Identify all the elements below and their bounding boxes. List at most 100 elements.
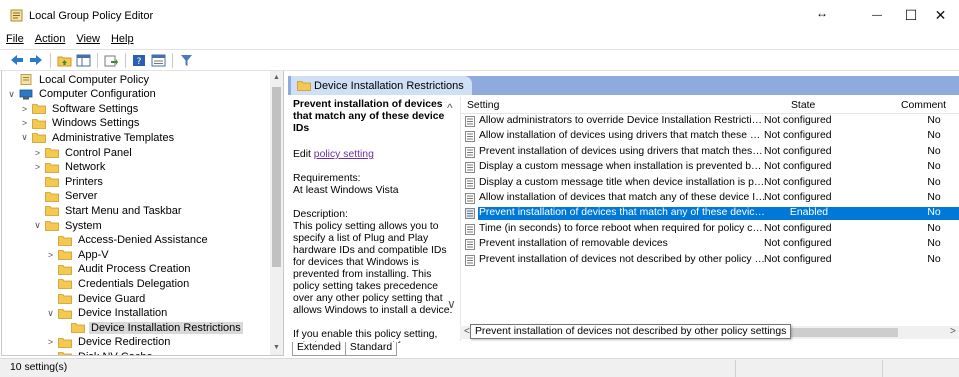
tree-item-label: Control Panel xyxy=(65,146,132,159)
scroll-up-icon[interactable]: ▲ xyxy=(270,71,283,85)
back-button[interactable] xyxy=(8,52,26,69)
tree-item[interactable]: Audit Process Creation xyxy=(45,262,193,277)
policy-setting-icon xyxy=(465,177,475,189)
forward-icon xyxy=(30,55,42,65)
tree-item[interactable]: > Software Settings xyxy=(19,101,140,116)
tree-item[interactable]: Printers xyxy=(32,174,105,189)
menu-action[interactable]: Action xyxy=(35,31,66,48)
chevron-right-icon[interactable]: > xyxy=(32,148,43,158)
setting-name: Allow installation of devices that match… xyxy=(479,192,766,203)
setting-row[interactable]: Prevent installation of devices using dr… xyxy=(461,146,959,159)
menu-view[interactable]: View xyxy=(76,31,100,48)
export-list-button[interactable] xyxy=(102,52,120,69)
menu-file[interactable]: File xyxy=(6,31,24,48)
tree-item[interactable]: > Windows Settings xyxy=(19,116,141,131)
close-icon: ✕ xyxy=(934,7,947,23)
tree-item[interactable]: ∨ System xyxy=(32,218,104,233)
chevron-down-icon[interactable]: ∨ xyxy=(45,308,56,319)
setting-comment: No xyxy=(927,115,941,126)
folder-icon xyxy=(45,162,59,173)
toolbar: ? xyxy=(0,50,959,70)
scroll-down-icon[interactable]: ∨ xyxy=(447,297,456,311)
scroll-right-icon[interactable]: > xyxy=(950,326,956,337)
filter-button[interactable] xyxy=(177,52,195,69)
menu-help[interactable]: Help xyxy=(111,31,134,48)
tab-extended[interactable]: Extended xyxy=(292,342,346,356)
close-button[interactable]: ✕ xyxy=(922,0,959,31)
chevron-down-icon[interactable]: ∨ xyxy=(6,89,17,100)
up-folder-button[interactable] xyxy=(55,52,73,69)
tree-item[interactable]: > App-V xyxy=(45,247,111,262)
setting-comment: No xyxy=(927,161,941,173)
chevron-right-icon[interactable]: > xyxy=(45,337,56,347)
scroll-thumb[interactable] xyxy=(272,87,281,267)
help-icon: ? xyxy=(133,54,145,67)
folder-icon xyxy=(58,235,72,246)
scroll-left-icon[interactable]: < xyxy=(464,326,470,337)
chevron-right-icon[interactable]: > xyxy=(45,250,56,260)
setting-row[interactable]: Allow administrators to override Device … xyxy=(461,115,959,128)
folder-icon xyxy=(45,206,59,217)
show-hide-tree-button[interactable] xyxy=(74,52,92,69)
tree-item[interactable]: Access-Denied Assistance xyxy=(45,233,210,248)
tree-item[interactable]: ∨ Administrative Templates xyxy=(19,130,176,145)
tree-item[interactable]: ∨ Device Installation xyxy=(45,306,169,321)
policy-setting-link[interactable]: policy setting xyxy=(314,149,374,160)
tree-item[interactable]: ∨ Computer Configuration xyxy=(6,87,158,102)
folder-icon xyxy=(58,337,72,348)
tree-item[interactable]: Server xyxy=(32,189,99,204)
properties-button[interactable] xyxy=(149,52,167,69)
setting-row[interactable]: Display a custom message when installati… xyxy=(461,161,959,174)
scroll-down-icon[interactable]: ▼ xyxy=(270,341,283,355)
setting-row[interactable]: Prevent installation of devices that mat… xyxy=(461,207,959,221)
settings-list[interactable]: Setting State Comment Allow administrato… xyxy=(460,97,959,341)
policy-tree-panel[interactable]: Local Computer Policy ∨ Computer Configura… xyxy=(1,71,284,356)
folder-icon xyxy=(58,294,72,304)
setting-name: Prevent installation of removable device… xyxy=(479,238,668,250)
tree-item[interactable]: > Device Redirection xyxy=(45,335,172,350)
policy-setting-icon xyxy=(465,162,475,174)
tree-item[interactable]: Device Installation Restrictions xyxy=(58,320,243,335)
chevron-right-icon[interactable]: > xyxy=(32,162,43,172)
tree-item[interactable]: Local Computer Policy xyxy=(6,72,151,87)
column-header-state[interactable]: State xyxy=(791,100,815,111)
status-bar: 10 setting(s) xyxy=(0,358,959,377)
folder-icon xyxy=(45,191,59,202)
toolbar-separator xyxy=(97,52,98,68)
tree-scrollbar[interactable]: ▲ ▼ xyxy=(270,71,283,355)
chevron-right-icon[interactable]: > xyxy=(19,118,30,128)
tree-item[interactable]: > Network xyxy=(32,160,107,175)
setting-row[interactable]: Allow installation of devices that match… xyxy=(461,192,959,205)
forward-button[interactable] xyxy=(27,52,45,69)
setting-name: Allow installation of devices using driv… xyxy=(479,130,766,142)
setting-name: Allow administrators to override Device … xyxy=(479,115,766,126)
tree-item[interactable]: Disk NV Cache xyxy=(45,349,155,355)
chevron-right-icon[interactable]: > xyxy=(19,104,30,114)
help-button[interactable]: ? xyxy=(130,52,148,69)
setting-comment: No xyxy=(927,253,941,265)
setting-state: Not configured xyxy=(764,176,832,188)
chevron-down-icon[interactable]: ∨ xyxy=(32,220,43,231)
scroll-up-icon[interactable]: ^ xyxy=(447,101,453,115)
column-header-setting[interactable]: Setting xyxy=(467,100,499,111)
setting-row[interactable]: Display a custom message title when devi… xyxy=(461,177,959,190)
tree-item[interactable]: Credentials Delegation xyxy=(45,276,191,291)
setting-row[interactable]: Allow installation of devices using driv… xyxy=(461,130,959,143)
tree-item-label: Device Installation xyxy=(78,307,168,320)
tab-standard[interactable]: Standard xyxy=(344,342,398,356)
setting-name: Prevent installation of devices using dr… xyxy=(479,145,766,157)
menu-help-label: Help xyxy=(110,33,134,45)
chevron-down-icon[interactable]: ∨ xyxy=(19,132,30,143)
description-scrollbar[interactable]: ^ ∨ xyxy=(447,101,458,313)
tree-item[interactable]: Start Menu and Taskbar xyxy=(32,203,184,218)
folder-icon xyxy=(71,323,85,334)
tree-item[interactable]: > Control Panel xyxy=(32,145,134,160)
show-hide-tree-icon xyxy=(76,54,90,66)
setting-row[interactable]: Prevent installation of removable device… xyxy=(461,238,959,251)
tree-item-label: Software Settings xyxy=(52,102,139,115)
tree-item[interactable]: Device Guard xyxy=(45,291,147,306)
setting-row[interactable]: Time (in seconds) to force reboot when r… xyxy=(461,223,959,236)
column-header-comment[interactable]: Comment xyxy=(901,100,946,111)
setting-row[interactable]: Prevent installation of devices not desc… xyxy=(461,254,959,267)
tree-item-label: Disk NV Cache xyxy=(76,351,155,355)
